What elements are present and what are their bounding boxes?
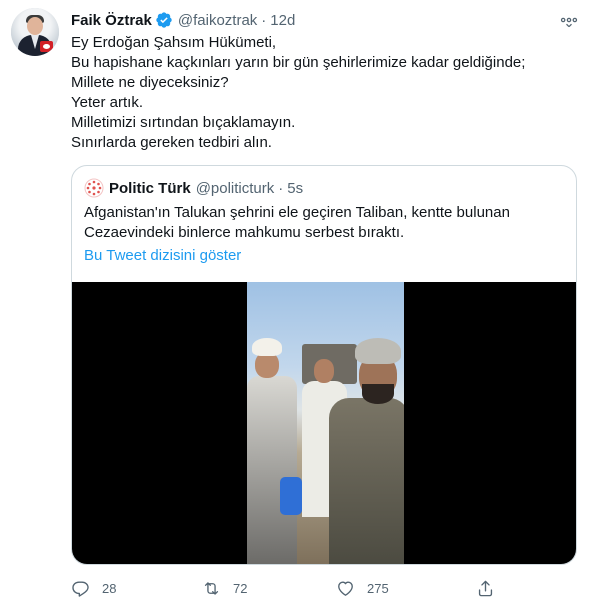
author-name[interactable]: Faik Öztrak — [71, 12, 152, 29]
quoted-separator-dot: · — [278, 179, 284, 197]
reply-count: 28 — [102, 580, 117, 596]
verified-badge-icon — [156, 12, 172, 28]
video-thumbnail[interactable] — [72, 282, 576, 564]
heart-icon — [338, 580, 353, 596]
quoted-author-handle: @politicturk — [195, 179, 275, 197]
retweet-count: 72 — [233, 580, 248, 596]
quoted-author-name: Politic Türk — [109, 179, 191, 197]
reply-icon — [72, 580, 89, 597]
like-button[interactable]: 275 — [336, 576, 389, 600]
quoted-author-avatar — [84, 178, 104, 198]
quoted-tweet-text: Afganistan'ın Talukan şehrini ele geçire… — [84, 204, 510, 241]
tweet-actions: 28 72 275 — [71, 576, 577, 600]
quoted-tweet[interactable]: Politic Türk @politicturk · 5s Afganista… — [71, 165, 577, 565]
share-icon — [478, 580, 493, 596]
retweet-icon — [204, 581, 219, 595]
share-button[interactable] — [476, 576, 507, 600]
author-avatar[interactable] — [11, 8, 59, 56]
tweet[interactable]: Faik Öztrak @faikoztrak · 12d Ey Erdoğan… — [0, 0, 595, 604]
tweet-text: Ey Erdoğan Şahsım Hükümeti, Bu hapishane… — [71, 34, 526, 151]
reply-button[interactable]: 28 — [71, 576, 116, 600]
more-icon[interactable] — [558, 10, 580, 30]
video-frame — [247, 282, 404, 564]
retweet-button[interactable]: 72 — [202, 576, 247, 600]
separator-dot: · — [261, 11, 267, 29]
like-count: 275 — [367, 580, 389, 596]
tweet-time[interactable]: 12d — [270, 12, 295, 29]
quoted-tweet-time: 5s — [287, 179, 304, 197]
show-thread-link[interactable]: Bu Tweet dizisini göster — [84, 246, 241, 266]
quoted-tweet-header: Politic Türk @politicturk · 5s — [84, 178, 303, 198]
author-handle[interactable]: @faikoztrak — [178, 12, 257, 29]
tweet-header: Faik Öztrak @faikoztrak · 12d — [71, 10, 295, 30]
